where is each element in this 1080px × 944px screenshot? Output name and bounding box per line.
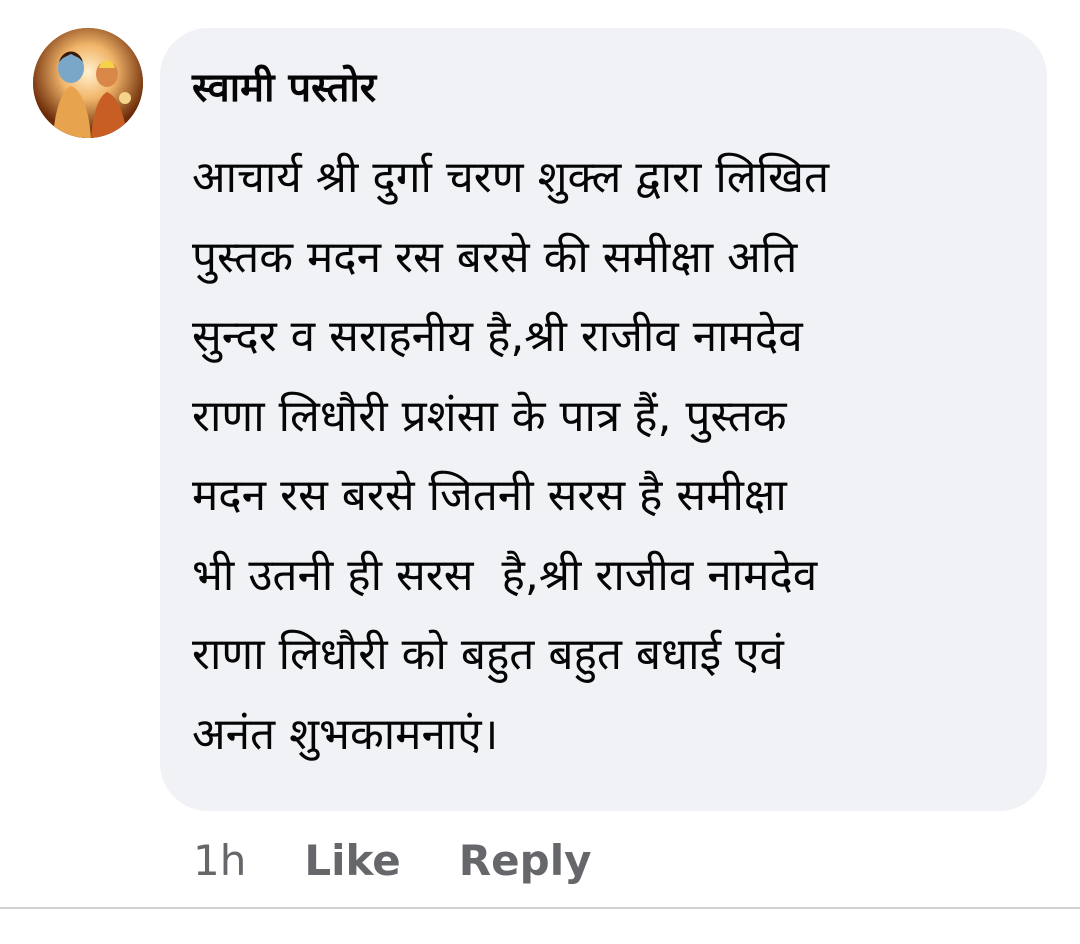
comment-text-line: मदन रस बरसे जितनी सरस है समीक्षा (192, 470, 787, 521)
comment-author-name[interactable]: स्वामी पस्तोर (192, 58, 376, 118)
divider (0, 907, 1080, 909)
author-avatar[interactable] (33, 28, 143, 138)
comment-text-line: आचार्य श्री दुर्गा चरण शुक्ल द्वारा लिखि… (192, 152, 830, 203)
like-button[interactable]: Like (304, 836, 400, 885)
comment-text-line: राणा लिधौरी प्रशंसा के पात्र हैं, पुस्तक (192, 390, 787, 442)
comment-text-line: भी उतनी ही सरस है,श्री राजीव नामदेव (192, 549, 818, 601)
comment-text-line: सुन्दर व सराहनीय है,श्री राजीव नामदेव (192, 311, 803, 362)
avatar-image (33, 28, 143, 138)
comment-text: आचार्य श्री दुर्गा चरण शुक्ल द्वारा लिखि… (192, 138, 1022, 774)
comment-actions: 1h Like Reply (193, 830, 591, 890)
reply-button[interactable]: Reply (459, 836, 592, 885)
comment-text-line: पुस्तक मदन रस बरसे की समीक्षा अति (192, 231, 798, 283)
comment-text-line: अनंत शुभकामनाएं। (192, 708, 499, 760)
comment: स्वामी पस्तोर आचार्य श्री दुर्गा चरण शुक… (0, 0, 1080, 944)
comment-timestamp[interactable]: 1h (193, 836, 246, 885)
comment-text-line: राणा लिधौरी को बहुत बहुत बधाई एवं (192, 629, 784, 680)
